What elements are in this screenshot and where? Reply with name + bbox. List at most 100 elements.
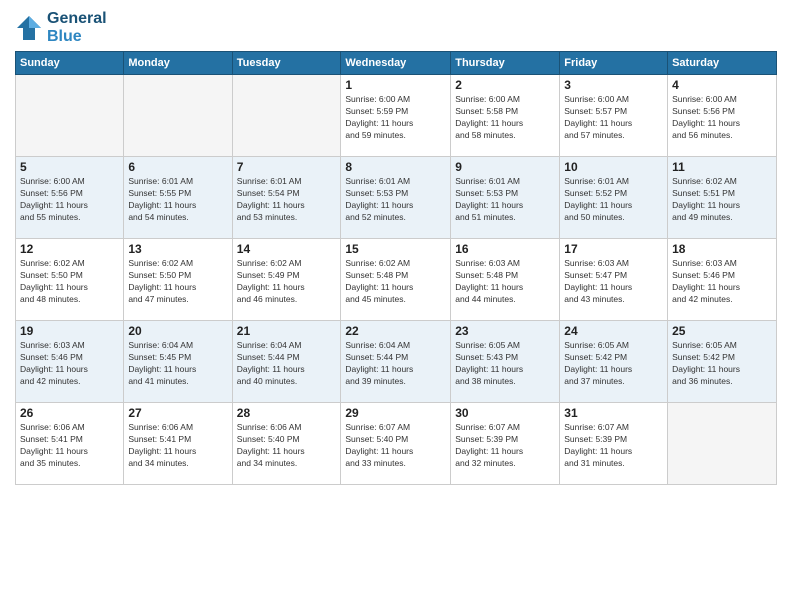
calendar-day-cell: 10 Sunrise: 6:01 AM Sunset: 5:52 PM Dayli… [560,157,668,239]
day-info: Sunrise: 6:07 AM Sunset: 5:40 PM Dayligh… [345,422,446,470]
day-info: Sunrise: 6:00 AM Sunset: 5:58 PM Dayligh… [455,94,555,142]
calendar-day-cell: 26 Sunrise: 6:06 AM Sunset: 5:41 PM Dayli… [16,403,124,485]
day-number: 22 [345,324,446,338]
day-number: 10 [564,160,663,174]
day-number: 17 [564,242,663,256]
calendar-day-cell: 30 Sunrise: 6:07 AM Sunset: 5:39 PM Dayli… [451,403,560,485]
calendar-day-cell: 2 Sunrise: 6:00 AM Sunset: 5:58 PM Daylig… [451,75,560,157]
calendar-day-cell [124,75,232,157]
calendar-day-cell: 7 Sunrise: 6:01 AM Sunset: 5:54 PM Daylig… [232,157,341,239]
day-number: 7 [237,160,337,174]
day-info: Sunrise: 6:01 AM Sunset: 5:52 PM Dayligh… [564,176,663,224]
day-info: Sunrise: 6:02 AM Sunset: 5:49 PM Dayligh… [237,258,337,306]
day-number: 14 [237,242,337,256]
calendar-day-cell [16,75,124,157]
day-number: 3 [564,78,663,92]
day-info: Sunrise: 6:00 AM Sunset: 5:57 PM Dayligh… [564,94,663,142]
day-info: Sunrise: 6:01 AM Sunset: 5:53 PM Dayligh… [345,176,446,224]
day-info: Sunrise: 6:01 AM Sunset: 5:54 PM Dayligh… [237,176,337,224]
day-info: Sunrise: 6:05 AM Sunset: 5:42 PM Dayligh… [564,340,663,388]
day-number: 5 [20,160,119,174]
day-info: Sunrise: 6:03 AM Sunset: 5:46 PM Dayligh… [672,258,772,306]
calendar-header-row: SundayMondayTuesdayWednesdayThursdayFrid… [16,52,777,75]
calendar-day-cell: 31Sunrise: 6:07 AM Sunset: 5:39 PM Dayli… [560,403,668,485]
calendar-week-row: 5Sunrise: 6:00 AM Sunset: 5:56 PM Daylig… [16,157,777,239]
day-info: Sunrise: 6:05 AM Sunset: 5:42 PM Dayligh… [672,340,772,388]
day-info: Sunrise: 6:06 AM Sunset: 5:41 PM Dayligh… [20,422,119,470]
calendar-day-cell: 4Sunrise: 6:00 AM Sunset: 5:56 PM Daylig… [668,75,777,157]
day-of-week-header: Sunday [16,52,124,75]
day-info: Sunrise: 6:04 AM Sunset: 5:44 PM Dayligh… [237,340,337,388]
day-number: 26 [20,406,119,420]
day-info: Sunrise: 6:03 AM Sunset: 5:46 PM Dayligh… [20,340,119,388]
calendar-day-cell: 13 Sunrise: 6:02 AM Sunset: 5:50 PM Dayli… [124,239,232,321]
day-number: 15 [345,242,446,256]
day-number: 27 [128,406,227,420]
day-info: Sunrise: 6:01 AM Sunset: 5:55 PM Dayligh… [128,176,227,224]
day-of-week-header: Tuesday [232,52,341,75]
calendar-day-cell: 25 Sunrise: 6:05 AM Sunset: 5:42 PM Dayli… [668,321,777,403]
day-of-week-header: Friday [560,52,668,75]
calendar-day-cell: 14 Sunrise: 6:02 AM Sunset: 5:49 PM Dayli… [232,239,341,321]
calendar-week-row: 19Sunrise: 6:03 AM Sunset: 5:46 PM Dayli… [16,321,777,403]
day-of-week-header: Monday [124,52,232,75]
calendar-day-cell: 19Sunrise: 6:03 AM Sunset: 5:46 PM Dayli… [16,321,124,403]
day-number: 21 [237,324,337,338]
day-number: 13 [128,242,227,256]
day-number: 18 [672,242,772,256]
day-number: 1 [345,78,446,92]
day-info: Sunrise: 6:07 AM Sunset: 5:39 PM Dayligh… [455,422,555,470]
day-info: Sunrise: 6:05 AM Sunset: 5:43 PM Dayligh… [455,340,555,388]
header: General Blue [15,10,777,45]
calendar-day-cell: 20 Sunrise: 6:04 AM Sunset: 5:45 PM Dayli… [124,321,232,403]
day-number: 23 [455,324,555,338]
calendar-day-cell: 21 Sunrise: 6:04 AM Sunset: 5:44 PM Dayli… [232,321,341,403]
day-of-week-header: Thursday [451,52,560,75]
calendar-day-cell: 23 Sunrise: 6:05 AM Sunset: 5:43 PM Dayli… [451,321,560,403]
day-number: 25 [672,324,772,338]
calendar-day-cell: 8 Sunrise: 6:01 AM Sunset: 5:53 PM Daylig… [341,157,451,239]
day-info: Sunrise: 6:06 AM Sunset: 5:40 PM Dayligh… [237,422,337,470]
day-number: 28 [237,406,337,420]
day-info: Sunrise: 6:04 AM Sunset: 5:44 PM Dayligh… [345,340,446,388]
calendar-day-cell: 6 Sunrise: 6:01 AM Sunset: 5:55 PM Daylig… [124,157,232,239]
day-info: Sunrise: 6:02 AM Sunset: 5:48 PM Dayligh… [345,258,446,306]
day-number: 11 [672,160,772,174]
calendar-week-row: 12 Sunrise: 6:02 AM Sunset: 5:50 PM Dayli… [16,239,777,321]
calendar-day-cell: 1 Sunrise: 6:00 AM Sunset: 5:59 PM Daylig… [341,75,451,157]
page: General Blue SundayMondayTuesdayWednesda… [0,0,792,612]
day-info: Sunrise: 6:03 AM Sunset: 5:47 PM Dayligh… [564,258,663,306]
calendar-week-row: 1 Sunrise: 6:00 AM Sunset: 5:59 PM Daylig… [16,75,777,157]
day-number: 12 [20,242,119,256]
day-number: 31 [564,406,663,420]
day-number: 29 [345,406,446,420]
calendar-day-cell: 24 Sunrise: 6:05 AM Sunset: 5:42 PM Dayli… [560,321,668,403]
day-number: 20 [128,324,227,338]
day-number: 24 [564,324,663,338]
calendar-day-cell: 9Sunrise: 6:01 AM Sunset: 5:53 PM Daylig… [451,157,560,239]
day-of-week-header: Wednesday [341,52,451,75]
calendar-day-cell: 12Sunrise: 6:02 AM Sunset: 5:50 PM Dayli… [16,239,124,321]
calendar-day-cell: 3 Sunrise: 6:00 AM Sunset: 5:57 PM Daylig… [560,75,668,157]
day-info: Sunrise: 6:01 AM Sunset: 5:53 PM Dayligh… [455,176,555,224]
day-info: Sunrise: 6:02 AM Sunset: 5:50 PM Dayligh… [128,258,227,306]
day-info: Sunrise: 6:03 AM Sunset: 5:48 PM Dayligh… [455,258,555,306]
calendar-day-cell: 11Sunrise: 6:02 AM Sunset: 5:51 PM Dayli… [668,157,777,239]
calendar-week-row: 26 Sunrise: 6:06 AM Sunset: 5:41 PM Dayli… [16,403,777,485]
day-info: Sunrise: 6:06 AM Sunset: 5:41 PM Dayligh… [128,422,227,470]
day-number: 2 [455,78,555,92]
day-number: 6 [128,160,227,174]
logo-text: General Blue [47,10,107,45]
calendar-day-cell: 18 Sunrise: 6:03 AM Sunset: 5:46 PM Dayli… [668,239,777,321]
day-info: Sunrise: 6:04 AM Sunset: 5:45 PM Dayligh… [128,340,227,388]
day-info: Sunrise: 6:00 AM Sunset: 5:59 PM Dayligh… [345,94,446,142]
day-number: 8 [345,160,446,174]
calendar-day-cell [668,403,777,485]
calendar-day-cell [232,75,341,157]
day-info: Sunrise: 6:00 AM Sunset: 5:56 PM Dayligh… [672,94,772,142]
calendar-day-cell: 29 Sunrise: 6:07 AM Sunset: 5:40 PM Dayli… [341,403,451,485]
calendar-day-cell: 27 Sunrise: 6:06 AM Sunset: 5:41 PM Dayli… [124,403,232,485]
day-number: 30 [455,406,555,420]
logo-icon [15,14,43,42]
calendar-table: SundayMondayTuesdayWednesdayThursdayFrid… [15,51,777,485]
